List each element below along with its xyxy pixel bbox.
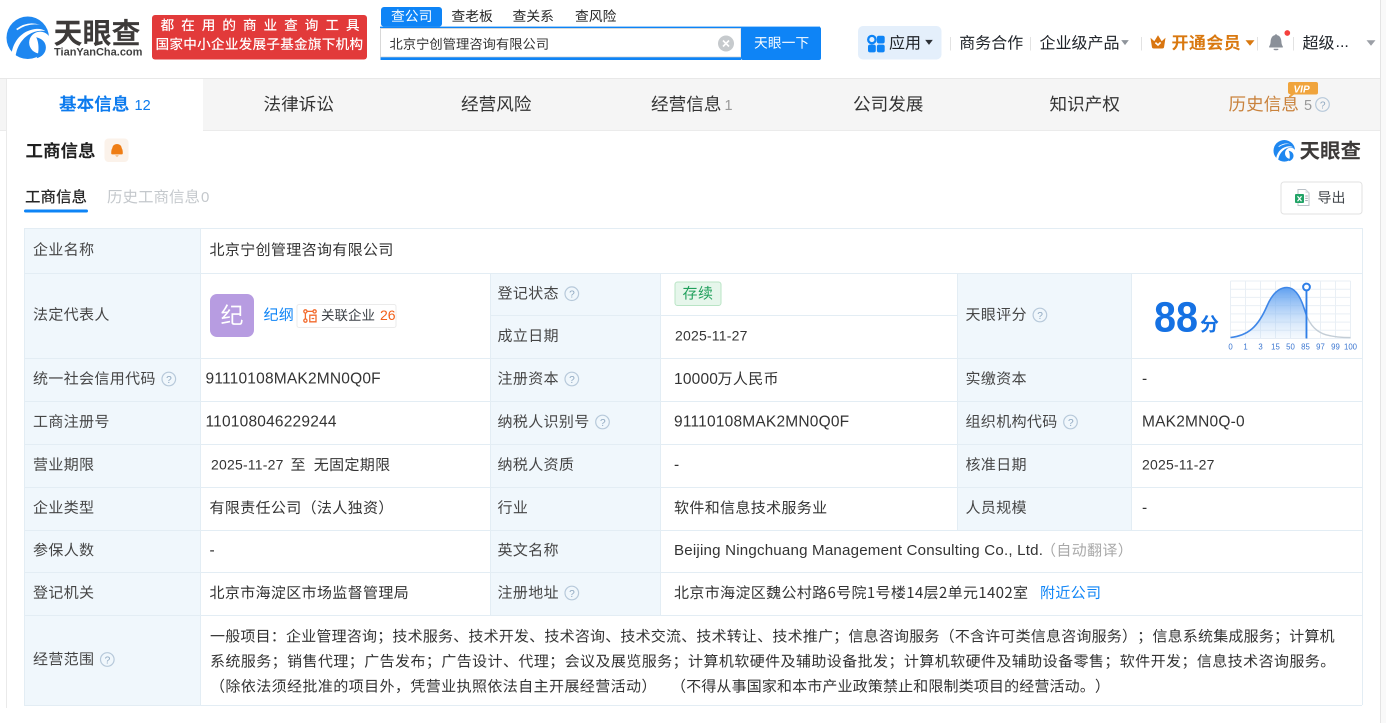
svg-text:-: - — [210, 542, 215, 559]
svg-text:5: 5 — [1304, 98, 1312, 114]
svg-text:26: 26 — [380, 307, 396, 323]
svg-text:91110108MAK2MN0Q0F: 91110108MAK2MN0Q0F — [674, 413, 849, 430]
svg-text:?: ? — [600, 418, 606, 429]
svg-text:?: ? — [1068, 418, 1074, 429]
svg-text:2025-11-27: 2025-11-27 — [675, 328, 748, 344]
svg-text:?: ? — [105, 655, 111, 666]
svg-text:91110108MAK2MN0Q0F: 91110108MAK2MN0Q0F — [206, 370, 381, 387]
svg-text:99: 99 — [1331, 343, 1340, 352]
svg-text:Beijing Ningchuang Management: Beijing Ningchuang Management Consulting… — [674, 542, 1043, 559]
svg-text:?: ? — [1320, 100, 1326, 111]
svg-text:2025-11-27: 2025-11-27 — [1142, 457, 1215, 473]
svg-text:?: ? — [166, 375, 172, 386]
svg-text:97: 97 — [1316, 343, 1325, 352]
svg-text:2025-11-27: 2025-11-27 — [211, 457, 284, 473]
svg-text:?: ? — [569, 589, 575, 600]
svg-text:-: - — [1142, 499, 1147, 516]
svg-text:50: 50 — [1286, 343, 1295, 352]
svg-text:85: 85 — [1301, 343, 1310, 352]
svg-text:VIP: VIP — [1294, 84, 1310, 95]
svg-text:88: 88 — [1154, 294, 1198, 342]
svg-text:1: 1 — [725, 98, 733, 114]
svg-text:1: 1 — [1243, 343, 1247, 352]
svg-text:-: - — [674, 456, 679, 473]
svg-text:100: 100 — [1344, 343, 1358, 352]
svg-text:110108046229244: 110108046229244 — [206, 413, 337, 430]
svg-text:3: 3 — [1258, 343, 1262, 352]
svg-text:?: ? — [1037, 311, 1043, 322]
svg-text:?: ? — [569, 290, 575, 301]
svg-text:TianYanCha.com: TianYanCha.com — [54, 47, 143, 59]
svg-text:...: ... — [1336, 34, 1349, 51]
svg-text:10000: 10000 — [674, 371, 718, 388]
svg-text:0: 0 — [201, 189, 209, 206]
svg-text:MAK2MN0Q-0: MAK2MN0Q-0 — [1142, 413, 1245, 430]
svg-text:?: ? — [569, 375, 575, 386]
svg-text:12: 12 — [135, 98, 151, 114]
svg-text:15: 15 — [1271, 343, 1280, 352]
svg-text:-: - — [1142, 370, 1147, 387]
svg-text:0: 0 — [1228, 343, 1233, 352]
